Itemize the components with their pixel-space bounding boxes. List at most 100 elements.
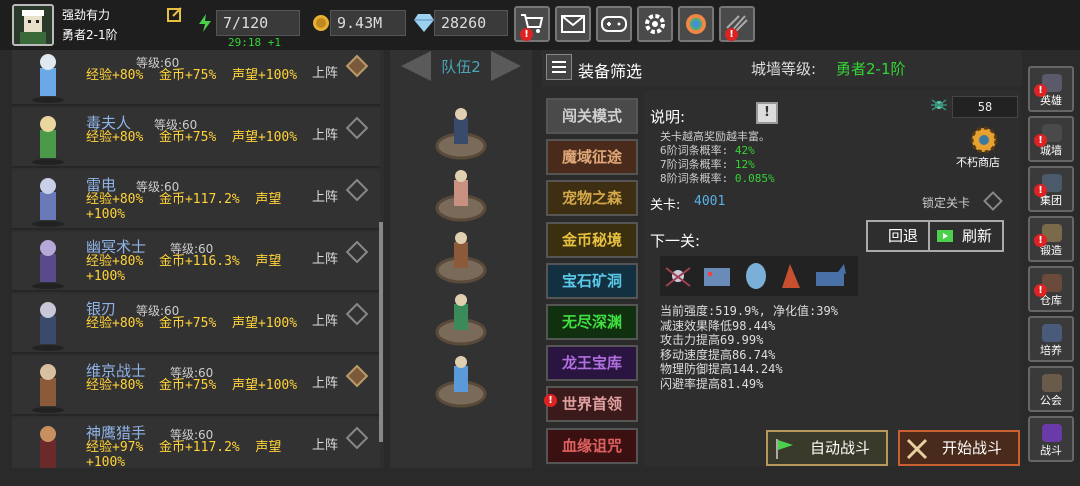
alert-badge: ! (1034, 84, 1047, 97)
sidebar-button[interactable]: 锻造! (1028, 216, 1074, 262)
sidebar-button[interactable]: 战斗 (1028, 416, 1074, 462)
wall-level-value: 勇者2-1阶 (836, 60, 906, 78)
lock-stage-label: 锁定关卡 (922, 196, 971, 210)
deploy-toggle[interactable] (345, 116, 369, 140)
hero-row[interactable]: 幽冥术士 等级:60 经验+80% 金币+116.3% 声望 +100% 上阵 (12, 232, 380, 292)
flag-icon (776, 439, 793, 459)
crossed-swords-icon (906, 438, 928, 460)
filter-menu-button[interactable] (546, 54, 572, 80)
stage-value: 4001 (694, 194, 726, 209)
next-stage-label: 下一关: (650, 232, 701, 250)
sidebar-button[interactable]: 集团! (1028, 166, 1074, 212)
sidebar-button[interactable]: 英雄! (1028, 66, 1074, 112)
panel-header: 装备筛选 城墙等级: 勇者2-1阶 (542, 50, 1022, 86)
gamepad-button[interactable] (596, 6, 632, 42)
hero-bonuses: 经验+80% 金币+75% 声望+100% (86, 68, 298, 83)
enemy-wolf-icon (816, 264, 846, 286)
hero-row[interactable]: 神鹰猎手 等级:60 经验+97% 金币+117.2% 声望 +100% 上阵 (12, 418, 380, 468)
mode-button[interactable]: 宠物之森 (546, 180, 638, 217)
battle-panel: 装备筛选 城墙等级: 勇者2-1阶 闯关模式魔域征途宠物之森金币秘境宝石矿洞无尽… (542, 50, 1022, 468)
hero-list[interactable]: 等级:60 经验+80% 金币+75% 声望+100% 上阵 毒夫人 等级:60… (12, 50, 384, 468)
hero-bonuses: 经验+80% 金币+117.2% 声望 +100% (86, 192, 282, 222)
description-label: 说明: (650, 108, 686, 126)
start-battle-button[interactable]: 开始战斗 (898, 430, 1020, 466)
hero-row[interactable]: 雷电 等级:60 经验+80% 金币+117.2% 声望 +100% 上阵 (12, 170, 380, 230)
auto-battle-button[interactable]: 自动战斗 (766, 430, 888, 466)
sidebar-button[interactable]: 培养 (1028, 316, 1074, 362)
hero-row[interactable]: 等级:60 经验+80% 金币+75% 声望+100% 上阵 (12, 50, 380, 106)
hero-bonuses: 经验+80% 金币+116.3% 声望 +100% (86, 254, 282, 284)
alert-badge: ! (1034, 184, 1047, 197)
deploy-toggle[interactable] (345, 426, 369, 450)
mode-button[interactable]: 血缘诅咒 (546, 427, 638, 464)
lock-stage-toggle[interactable] (983, 191, 1003, 211)
hero-row[interactable]: 毒夫人 等级:60 经验+80% 金币+75% 声望+100% 上阵 (12, 108, 380, 168)
refresh-button[interactable]: 刷新 (928, 220, 1004, 252)
player-avatar[interactable] (12, 4, 54, 46)
stamina-value: 7/120 (216, 10, 300, 36)
deploy-toggle[interactable] (345, 364, 369, 388)
next-team-button[interactable] (491, 51, 521, 81)
mode-button[interactable]: 世界首领! (544, 386, 638, 423)
deploy-button[interactable]: 上阵 (312, 372, 338, 391)
alert-badge: ! (725, 28, 738, 41)
gamepad-icon (601, 16, 627, 32)
mail-icon (561, 15, 585, 33)
deploy-button[interactable]: 上阵 (312, 186, 338, 205)
team-slot[interactable] (434, 354, 488, 408)
hero-row[interactable]: 银刃 等级:60 经验+80% 金币+75% 声望+100% 上阵 (12, 294, 380, 354)
hero-row[interactable]: 维京战士 等级:60 经验+80% 金币+75% 声望+100% 上阵 (12, 356, 380, 416)
mode-button[interactable]: 无尽深渊 (546, 304, 638, 340)
key-count: 58 (952, 96, 1018, 118)
camera-button[interactable] (678, 6, 714, 42)
deploy-toggle[interactable] (345, 54, 369, 78)
filter-label[interactable]: 装备筛选 (578, 58, 642, 82)
info-icon[interactable]: ! (756, 102, 778, 124)
enemy-stat-line: 物理防御提高144.24% (660, 362, 783, 376)
camera-icon (686, 14, 706, 34)
deploy-toggle[interactable] (345, 302, 369, 326)
deploy-button[interactable]: 上阵 (312, 248, 338, 267)
team-slot[interactable] (434, 292, 488, 346)
deploy-toggle[interactable] (345, 240, 369, 264)
mode-button[interactable]: 金币秘境 (546, 221, 638, 258)
enemy-beast-icon (704, 268, 730, 286)
edit-icon[interactable] (167, 6, 183, 22)
stats-button[interactable]: ! (719, 6, 755, 42)
video-icon (937, 230, 953, 242)
player-name: 强劲有力 (62, 8, 111, 22)
mode-button[interactable]: 宝石矿洞 (546, 262, 638, 299)
alert-badge: ! (544, 394, 557, 408)
stamina-timer: 29:18 +1 (228, 36, 281, 49)
enemy-stat-line: 闪避率提高81.49% (660, 376, 764, 391)
team-slot[interactable] (434, 230, 488, 284)
team-label: 队伍2 (441, 57, 481, 76)
shop-button[interactable]: ! (514, 6, 550, 42)
immortal-shop-label[interactable]: 不朽商店 (956, 154, 1000, 170)
deploy-button[interactable]: 上阵 (312, 124, 338, 143)
enemy-stat-line: 当前强度:519.9%, 净化值:39% (660, 304, 838, 318)
hero-portrait (32, 240, 64, 289)
deploy-button[interactable]: 上阵 (312, 62, 338, 81)
sidebar-button[interactable]: 城墙! (1028, 116, 1074, 162)
mode-button[interactable]: 龙王宝库 (546, 345, 638, 382)
stage-info: 说明: ! 关卡越高奖励越丰富。 6阶词条概率: 42% 7阶词条概率: 12%… (644, 90, 1020, 466)
deploy-button[interactable]: 上阵 (312, 310, 338, 329)
sidebar-button[interactable]: 公会 (1028, 366, 1074, 412)
mode-button[interactable]: 魔域征途 (546, 139, 638, 176)
immortal-shop-icon[interactable] (966, 124, 1002, 156)
sidebar-button[interactable]: 仓库! (1028, 266, 1074, 312)
team-slot[interactable] (434, 168, 488, 222)
hero-portrait (32, 364, 64, 413)
deploy-toggle[interactable] (345, 178, 369, 202)
alert-badge: ! (1034, 284, 1047, 297)
team-slot[interactable] (434, 106, 488, 160)
mode-button[interactable]: 闯关模式 (546, 98, 638, 134)
settings-button[interactable] (637, 6, 673, 42)
hero-list-scrollbar[interactable] (379, 222, 383, 442)
mail-button[interactable] (555, 6, 591, 42)
hero-portrait (32, 302, 64, 351)
deploy-button[interactable]: 上阵 (312, 434, 338, 453)
gems-value: 28260 (434, 10, 508, 36)
prev-team-button[interactable] (401, 51, 431, 81)
